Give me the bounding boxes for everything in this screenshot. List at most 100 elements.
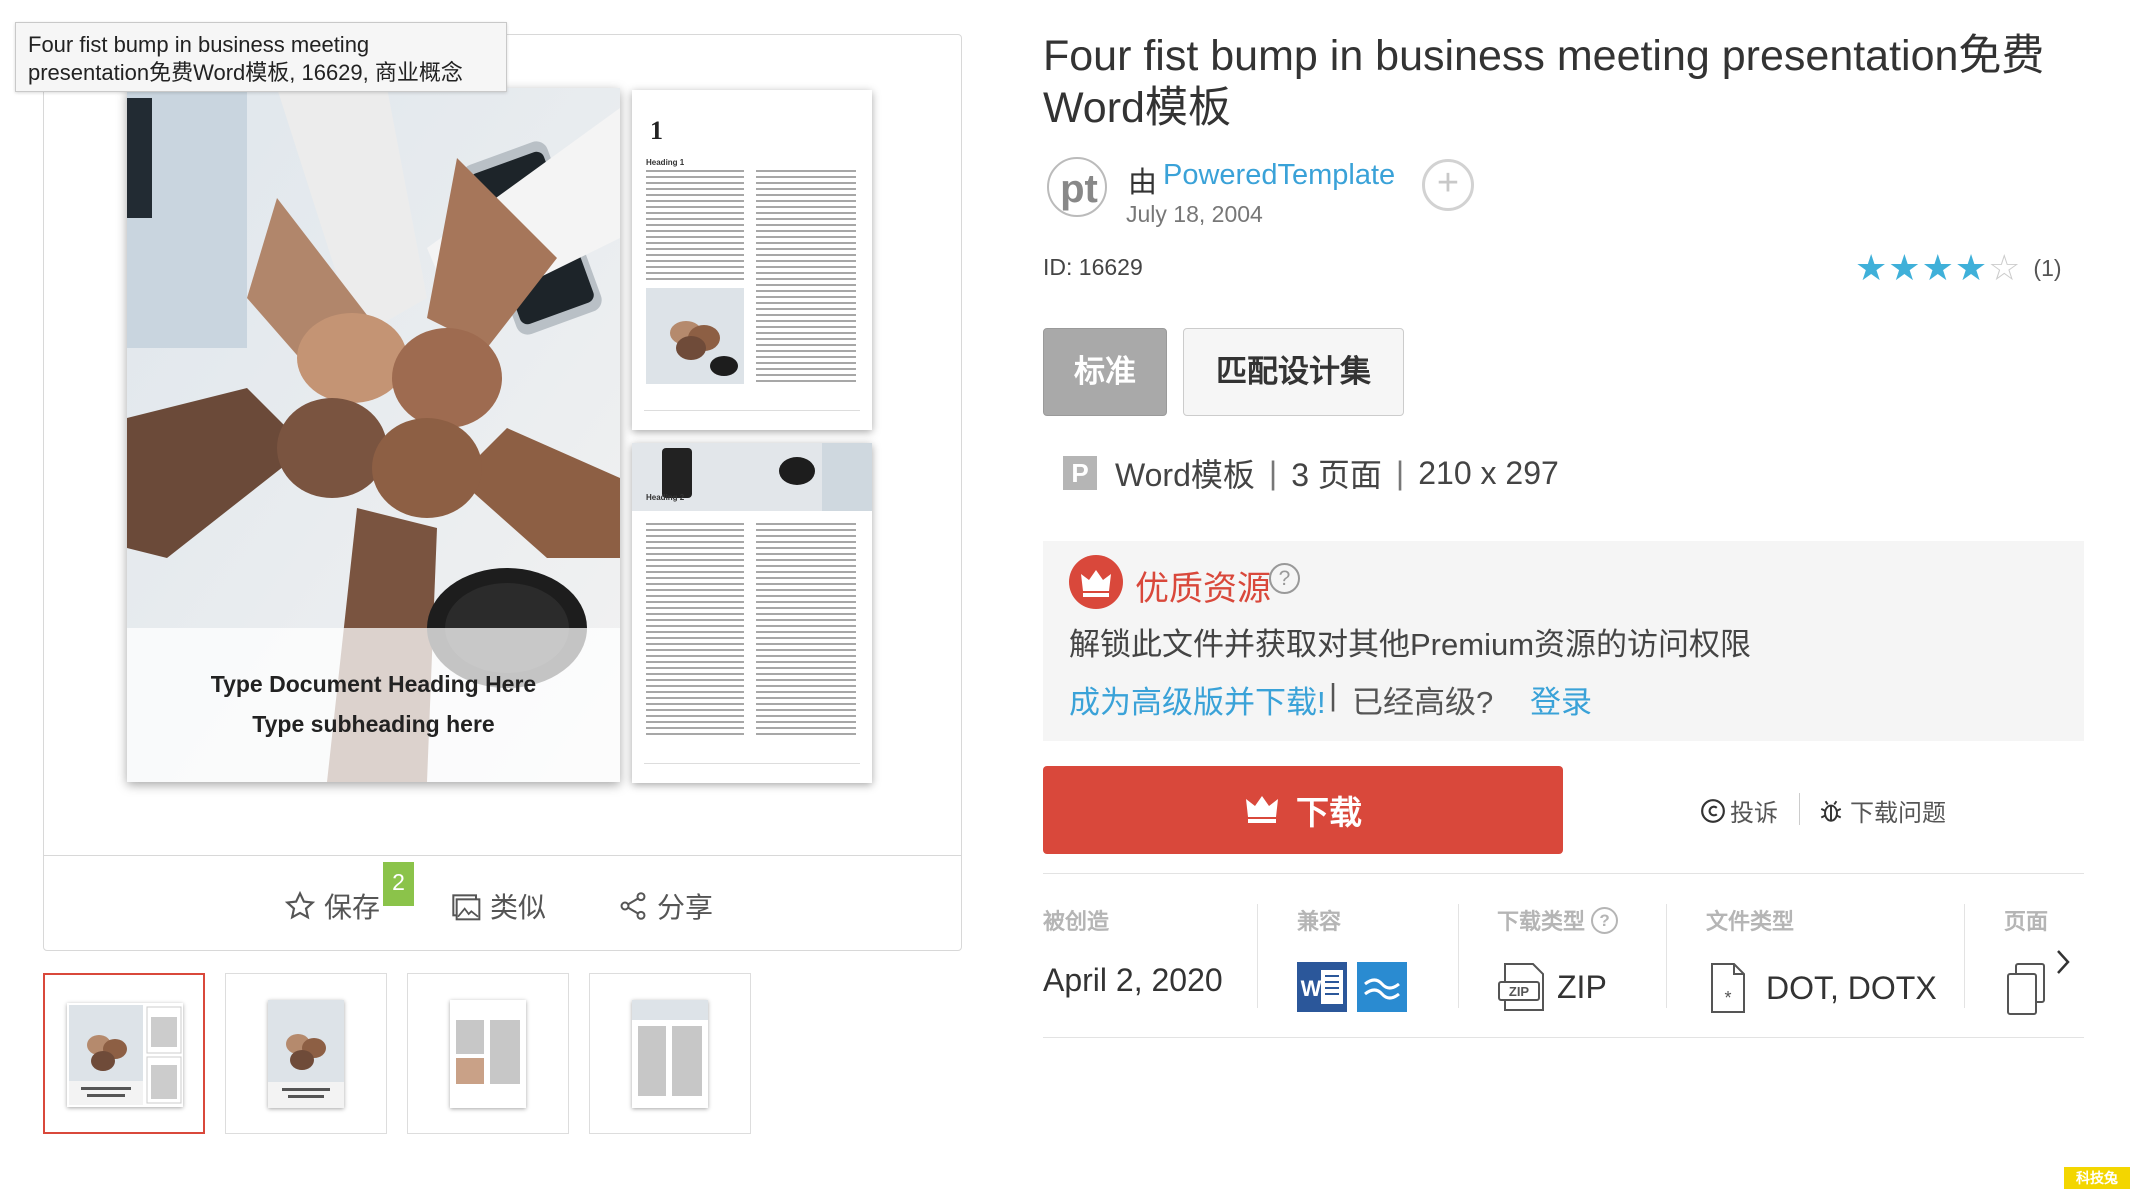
star-icon[interactable]: ★ [1888,250,1920,286]
thumbnail-page-2[interactable] [589,973,751,1134]
share-label: 分享 [657,892,714,923]
thumbnail-page-cover[interactable] [225,973,387,1134]
thumbnail-image [632,1000,708,1108]
download-type-label-row: 下载类型 ? [1497,904,1619,936]
page-number: 1 [650,116,663,145]
go-premium-link[interactable]: 成为高级版并下载! [1069,677,1326,722]
report-label: 投诉 [1730,800,1778,827]
page-photo [646,288,744,384]
tab-match-design-set[interactable]: 匹配设计集 [1183,328,1404,416]
watermark: 科技兔 [2064,1167,2130,1189]
thumbnail-cover[interactable] [43,973,205,1134]
author-by-label: 由 [1128,167,1158,199]
svg-text:*: * [1724,988,1731,1008]
crown-icon [1246,796,1278,823]
chevron-right-icon[interactable] [2054,948,2072,976]
info-created: 被创造 April 2, 2020 [1043,904,1223,999]
report-link[interactable]: 投诉 [1700,793,1778,828]
info-file-type: 文件类型 * DOT, DOTX [1706,904,1937,1014]
author-link[interactable]: PoweredTemplate [1163,159,1395,192]
file-type-value-row: * DOT, DOTX [1706,962,1937,1014]
star-icon[interactable]: ★ [1922,250,1954,286]
download-type-label: 下载类型 [1497,909,1586,934]
tooltip-line-1: Four fist bump in business meeting [28,32,370,57]
page-heading: Heading 2 [646,493,685,502]
download-label: 下载 [1296,794,1362,831]
meta-size: 210 x 297 [1418,454,1559,491]
download-button[interactable]: 下载 [1043,766,1563,854]
image-tooltip: Four fist bump in business meeting prese… [15,22,507,92]
word-app-icon[interactable]: W [1297,962,1347,1012]
share-button[interactable]: 分享 [617,886,713,926]
author-logo[interactable]: pt [1045,157,1115,217]
page-1-preview[interactable]: 1 Heading 1 [632,90,872,430]
crown-icon [1069,555,1123,609]
help-icon[interactable]: ? [1269,563,1300,594]
svg-text:W: W [1301,976,1322,1001]
pages-stack-icon [2007,963,2045,1015]
save-button[interactable]: 保存 [284,886,380,926]
pages-value-row [2004,962,2048,1018]
text-column [756,523,856,737]
file-type-label: 文件类型 [1706,909,1795,934]
created-label: 被创造 [1043,909,1110,934]
info-download-type: 下载类型 ? ZIP ZIP [1497,904,1619,1012]
page-heading: Heading 1 [646,158,685,167]
column-divider [1257,904,1258,1008]
premium-p-icon: P [1063,456,1097,490]
save-label: 保存 [324,892,381,923]
preview-action-bar: 保存 类似 分享 [43,855,962,951]
column-divider [1458,904,1459,1008]
column-divider [1666,904,1667,1008]
info-divider-top [1043,873,2084,874]
download-issue-link[interactable]: 下载问题 [1818,793,1946,828]
pages-label: 页面 [2004,909,2049,934]
help-icon[interactable]: ? [1591,906,1619,934]
cover-subheading: Type subheading here [252,711,495,737]
rating-count: (1) [2033,254,2062,281]
star-icon[interactable]: ★ [1855,250,1887,286]
svg-text:pt: pt [1060,167,1098,211]
thumbnail-image [67,1003,183,1107]
created-value: April 2, 2020 [1043,962,1223,998]
thumbnail-image [450,1000,526,1108]
star-icon[interactable]: ★ [1955,250,1987,286]
text-column [646,523,744,737]
svg-text:ZIP: ZIP [1509,984,1530,999]
download-type-value-row: ZIP ZIP [1497,962,1618,1012]
info-divider-bottom [1043,1037,2084,1038]
login-link[interactable]: 登录 [1530,677,1592,722]
already-premium-text: 已经高级? [1352,685,1494,720]
cover-heading: Type Document Heading Here [210,671,537,697]
cover-page-preview[interactable]: Type Document Heading Here Type subheadi… [127,88,620,782]
page-2-preview[interactable]: Heading 2 [632,443,872,783]
save-count-badge: 2 [383,862,414,906]
premium-notice: 优质资源 ? 解锁此文件并获取对其他Premium资源的访问权限 成为高级版并下… [1043,541,2084,741]
star-outline-icon[interactable]: ☆ [1988,250,2020,286]
meta-separator: | [1395,454,1405,491]
thumbnail-image [268,1000,344,1108]
template-title: Four fist bump in business meeting prese… [1043,32,2045,132]
download-type-value: ZIP [1557,968,1607,1005]
file-type-value: DOT, DOTX [1766,969,1937,1006]
meta-separator: | [1268,454,1278,491]
tab-standard[interactable]: 标准 [1043,328,1167,416]
similar-label: 类似 [490,892,547,923]
bug-icon [1820,800,1842,822]
similar-button[interactable]: 类似 [450,886,546,926]
writer-app-icon[interactable] [1357,962,1407,1012]
info-pages: 页面 [2004,904,2048,1018]
download-issue-label: 下载问题 [1850,800,1946,827]
info-compatibility: 兼容 W [1297,904,1407,1012]
meta-pages: 3 页面 [1291,457,1382,493]
author-date: July 18, 2004 [1126,201,1263,227]
zip-file-icon: ZIP [1498,963,1544,1011]
follow-author-button[interactable]: + [1422,159,1474,211]
thumbnail-page-1[interactable] [407,973,569,1134]
copyright-icon [1701,798,1725,823]
text-column [646,170,744,280]
file-icon: * [1711,963,1745,1013]
compat-icons: W [1297,962,1407,1012]
premium-separator: | [1329,677,1338,712]
rating-stars[interactable]: ★ ★ ★ ★ ☆ (1) [1855,250,2062,286]
